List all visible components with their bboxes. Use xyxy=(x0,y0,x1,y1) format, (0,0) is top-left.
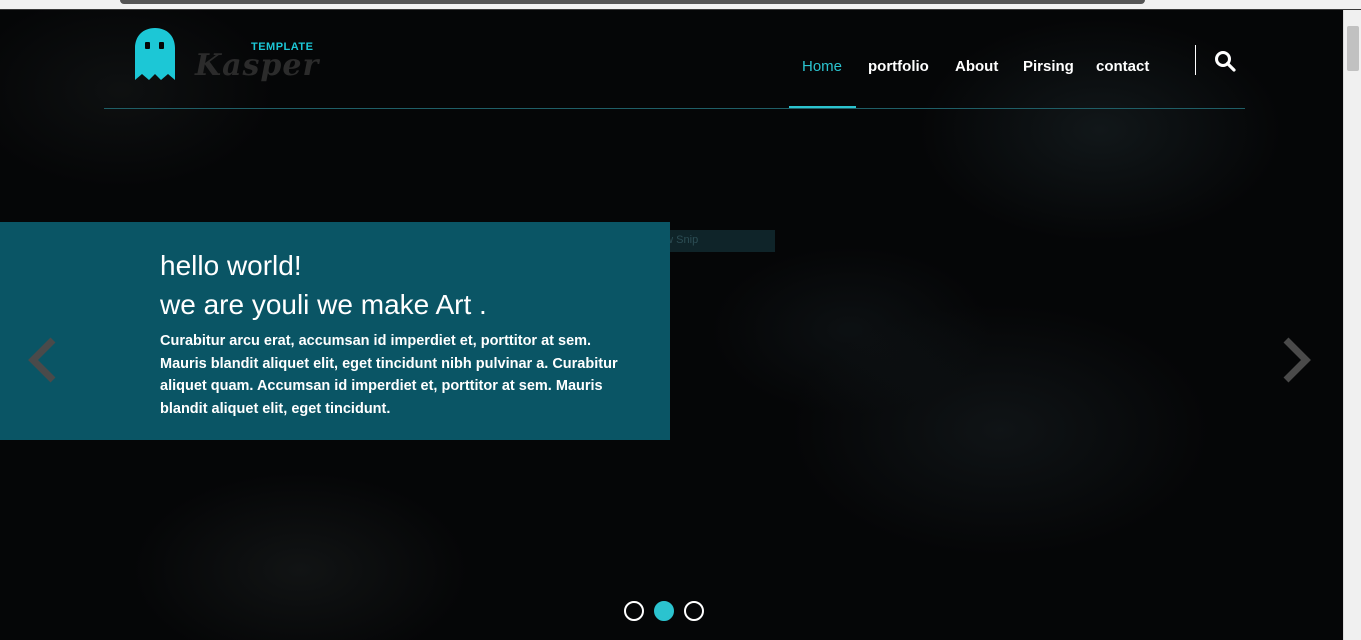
chevron-left-icon[interactable] xyxy=(27,336,57,384)
nav-link-pirsing[interactable]: Pirsing xyxy=(1023,58,1074,75)
page-viewport: Kasper TEMPLATE Home portfolio About Pir… xyxy=(0,10,1343,640)
scrollbar-thumb[interactable] xyxy=(1347,26,1359,71)
nav-link-about[interactable]: About xyxy=(955,58,998,75)
logo-tagline: TEMPLATE xyxy=(251,41,314,53)
nav-search-divider xyxy=(1195,45,1196,75)
nav-link-portfolio[interactable]: portfolio xyxy=(868,58,929,75)
site-logo[interactable]: Kasper TEMPLATE xyxy=(133,28,333,88)
search-icon[interactable] xyxy=(1214,50,1236,72)
hero-caption-box: hello world! we are youli we make Art . … xyxy=(0,222,670,440)
hero-title: hello world! we are youli we make Art . xyxy=(160,246,487,324)
header-divider xyxy=(104,108,1245,109)
hero-title-line-1: hello world! xyxy=(160,250,302,281)
slider-dot-3[interactable] xyxy=(684,601,704,621)
page-scrollbar[interactable] xyxy=(1343,10,1361,640)
hero-title-line-2: we are youli we make Art . xyxy=(160,289,487,320)
browser-tab-edge xyxy=(120,0,1145,4)
nav-link-home[interactable]: Home xyxy=(802,58,842,75)
browser-chrome-edge xyxy=(0,0,1361,10)
hero-description: Curabitur arcu erat, accumsan id imperdi… xyxy=(160,333,618,417)
logo-wordmark: Kasper xyxy=(195,48,320,83)
chevron-right-icon[interactable] xyxy=(1282,336,1312,384)
slider-dot-1[interactable] xyxy=(624,601,644,621)
ghost-icon xyxy=(135,28,175,80)
slider-dot-2[interactable] xyxy=(654,601,674,621)
nav-link-contact[interactable]: contact xyxy=(1096,58,1149,75)
